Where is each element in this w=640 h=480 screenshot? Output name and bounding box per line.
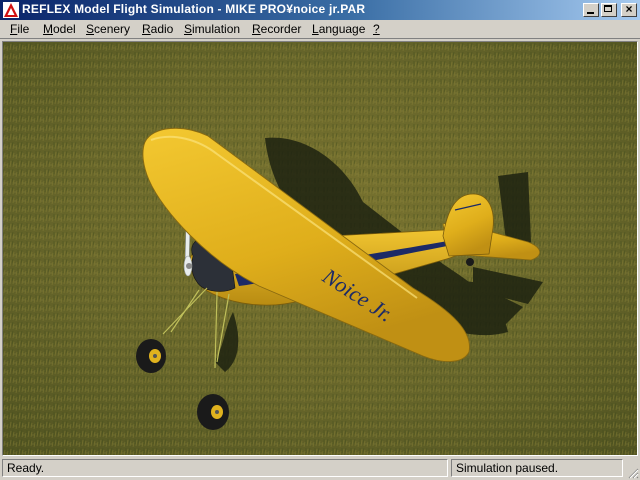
title-bar[interactable]: REFLEX Model Flight Simulation - MIKE PR… xyxy=(0,0,640,20)
status-text: Ready. xyxy=(2,459,448,477)
resize-grip-icon[interactable] xyxy=(627,467,639,479)
menu-recorder[interactable]: Recorder xyxy=(252,22,301,36)
menu-scenery[interactable]: Scenery xyxy=(86,22,130,36)
minimize-icon xyxy=(587,12,594,14)
menu-file[interactable]: File xyxy=(10,22,29,36)
menu-simulation[interactable]: Simulation xyxy=(184,22,240,36)
scene-render: Noice Jr. xyxy=(3,42,637,455)
maximize-icon xyxy=(604,5,612,12)
minimize-button[interactable] xyxy=(583,3,599,17)
menu-language[interactable]: Language xyxy=(312,22,365,36)
menu-radio[interactable]: Radio xyxy=(142,22,173,36)
simulation-viewport[interactable]: Noice Jr. xyxy=(2,41,638,456)
status-bar: Ready. Simulation paused. xyxy=(0,457,640,480)
menu-help[interactable]: ? xyxy=(373,22,380,36)
simulation-status: Simulation paused. xyxy=(451,459,623,477)
menu-bar: File Model Scenery Radio Simulation Reco… xyxy=(0,20,640,39)
reflex-app-icon[interactable] xyxy=(3,2,19,18)
close-button[interactable]: × xyxy=(621,2,637,17)
window-title: REFLEX Model Flight Simulation - MIKE PR… xyxy=(22,2,366,16)
right-wheel xyxy=(197,394,229,430)
close-icon: × xyxy=(625,2,633,16)
maximize-button[interactable] xyxy=(601,3,617,17)
menu-model[interactable]: Model xyxy=(43,22,76,36)
left-wheel xyxy=(136,339,166,373)
tail-wheel xyxy=(466,258,474,266)
